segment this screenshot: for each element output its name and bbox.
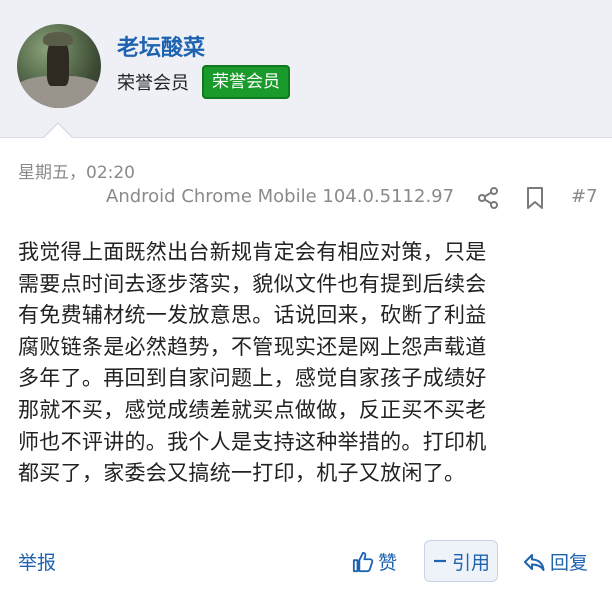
content-line: 多年了。再回到自家问题上，感觉自家孩子成绩好 [18,366,487,391]
content-line: 需要点时间去逐步落实，貌似文件也有提到后续会 [18,271,487,296]
report-button[interactable]: 举报 [18,548,56,575]
quote-button[interactable]: 引用 [424,540,498,582]
post-timestamp: 星期五，02:20 [18,163,135,183]
reply-label: 回复 [550,552,589,574]
reply-arrow-icon [524,553,545,571]
content-line: 有免费辅材统一发放意思。话说回来，砍断了利益 [18,303,487,328]
rank-text: 荣誉会员 [117,73,189,94]
post-header: 老坛酸菜 荣誉会员 荣誉会员 [0,0,612,138]
minus-icon [433,559,446,563]
content-line: 腐败链条是必然趋势，不管现实还是网上怨声载道 [18,334,487,359]
device-info: Android Chrome Mobile 104.0.5112.97 [106,186,455,207]
like-label: 赞 [378,552,398,574]
reply-button[interactable]: 回复 [522,548,588,575]
rank-badge: 荣誉会员 [202,65,290,99]
avatar[interactable] [17,24,101,108]
like-button[interactable]: 赞 [352,548,397,575]
thumbs-up-icon [352,551,374,572]
header-pointer [44,124,72,138]
username[interactable]: 老坛酸菜 [117,30,205,62]
avatar-helmet [43,32,73,46]
content-line: 那就不买，感觉成绩差就买点做做，反正买不买老 [18,397,487,422]
share-icon[interactable] [476,186,500,210]
content-line: 我觉得上面既然出台新规肯定会有相应对策，只是 [18,240,487,264]
content-line: 师也不评讲的。我个人是支持这种举措的。打印机 [18,429,487,454]
floor-number[interactable]: #7 [571,186,598,207]
post-content: 我觉得上面既然出台新规肯定会有相应对策，只是 需要点时间去逐步落实，貌似文件也有… [18,237,598,490]
content-line: 都买了，家委会又搞统一打印，机子又放闲了。 [18,461,466,486]
quote-label: 引用 [451,551,490,574]
bookmark-icon[interactable] [524,186,546,210]
